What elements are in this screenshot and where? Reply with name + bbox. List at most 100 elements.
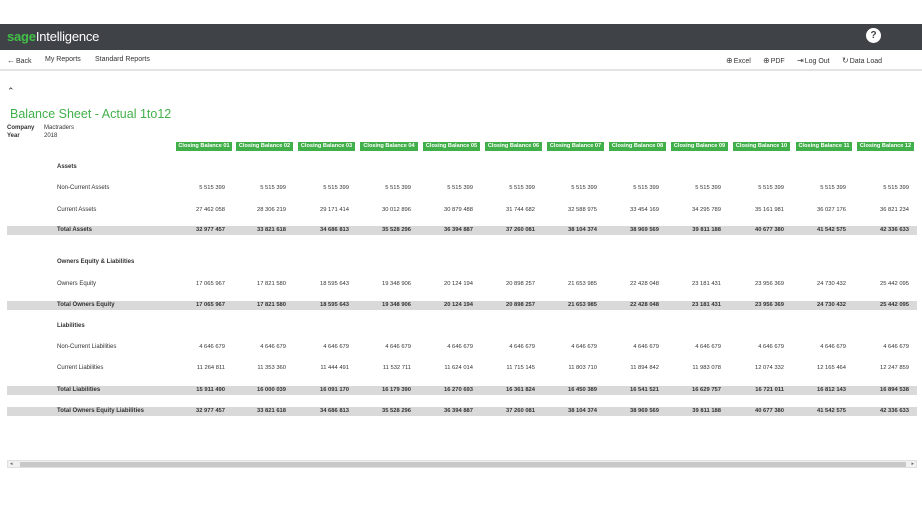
table-cell: 23 181 431: [691, 281, 721, 287]
total-row: Total Owners Equity Liabilities 32 977 45…: [7, 407, 917, 416]
table-cell: 38 969 569: [629, 408, 659, 414]
table-cell: 16 894 538: [879, 387, 909, 393]
year-value: 2018: [44, 133, 58, 139]
table-cell: 11 803 710: [568, 365, 597, 371]
table-cell: 39 811 188: [692, 408, 721, 414]
table-cell: 4 646 679: [820, 344, 846, 350]
table-cell: 5 515 399: [695, 185, 721, 191]
table-cell: 4 646 679: [385, 344, 411, 350]
table-cell: 12 247 859: [879, 365, 909, 371]
table-row: Non-Current Assets 5 515 399 5 515 399 5 51…: [7, 184, 917, 193]
table-cell: 16 721 011: [755, 387, 784, 393]
table-cell: 32 588 975: [567, 207, 597, 213]
table-cell: 4 646 679: [509, 344, 535, 350]
table-cell: 16 270 693: [443, 387, 473, 393]
table-cell: 35 161 981: [754, 207, 784, 213]
table-cell: 22 428 048: [629, 302, 659, 308]
table-cell: 11 715 145: [506, 365, 535, 371]
column-header: Closing Balance 01: [176, 142, 232, 151]
table-cell: 35 528 296: [381, 408, 411, 414]
table-cell: 16 812 143: [816, 387, 846, 393]
scroll-left-icon[interactable]: ◂: [10, 461, 13, 468]
table-cell: 4 646 679: [323, 344, 349, 350]
table-cell: 11 983 078: [692, 365, 721, 371]
table-cell: 11 624 014: [444, 365, 473, 371]
total-row: Total Assets 32 977 457 33 821 618 34 686 8…: [7, 226, 917, 235]
data-load-label: Data Load: [849, 58, 883, 65]
back-button[interactable]: ←Back: [7, 56, 32, 65]
column-header: Closing Balance 06: [485, 142, 542, 151]
section-assets: Assets: [57, 164, 77, 170]
chevron-up-icon[interactable]: ⌃: [7, 86, 15, 97]
table-cell: 21 653 985: [567, 281, 597, 287]
table-cell: 42 336 633: [879, 227, 909, 233]
table-cell: 18 595 643: [319, 281, 349, 287]
table-cell: 18 595 643: [319, 302, 349, 308]
logo-prefix: sage: [7, 29, 36, 44]
table-cell: 39 811 188: [692, 227, 721, 233]
my-reports-link[interactable]: My Reports: [45, 56, 81, 63]
table-cell: 30 879 488: [443, 207, 473, 213]
row-label: Current Liabilities: [57, 365, 104, 371]
table-row: Non-Current Liabilities 4 646 679 4 646 67…: [7, 343, 917, 352]
table-cell: 38 969 569: [629, 227, 659, 233]
table-cell: 5 515 399: [323, 185, 349, 191]
table-cell: 29 171 414: [319, 207, 349, 213]
table-cell: 23 956 369: [754, 302, 784, 308]
table-cell: 33 821 618: [256, 227, 286, 233]
table-cell: 19 348 906: [381, 302, 411, 308]
table-cell: 36 027 176: [816, 207, 846, 213]
row-label: Non-Current Assets: [57, 185, 110, 191]
table-cell: 4 646 679: [758, 344, 784, 350]
row-label: Total Assets: [57, 227, 93, 233]
scroll-right-icon[interactable]: ▸: [911, 461, 914, 468]
column-header: Closing Balance 10: [733, 142, 790, 151]
table-cell: 33 454 169: [629, 207, 659, 213]
table-cell: 36 394 887: [443, 408, 473, 414]
table-cell: 16 091 170: [319, 387, 349, 393]
table-cell: 36 394 887: [443, 227, 473, 233]
table-cell: 5 515 399: [260, 185, 286, 191]
scrollbar-thumb[interactable]: [20, 462, 906, 467]
standard-reports-link[interactable]: Standard Reports: [95, 56, 150, 63]
table-cell: 20 124 194: [443, 281, 473, 287]
table-cell: 36 821 234: [879, 207, 909, 213]
table-cell: 42 336 633: [879, 408, 909, 414]
table-cell: 37 260 081: [505, 227, 535, 233]
help-icon[interactable]: ?: [866, 28, 881, 43]
table-cell: 17 065 967: [195, 281, 225, 287]
company-label: Company: [7, 125, 35, 131]
table-cell: 4 646 679: [260, 344, 286, 350]
table-cell: 17 065 967: [195, 302, 225, 308]
table-cell: 4 646 679: [695, 344, 721, 350]
table-cell: 5 515 399: [758, 185, 784, 191]
pdf-button[interactable]: ⊕PDF: [763, 56, 785, 65]
table-cell: 15 911 490: [196, 387, 225, 393]
table-cell: 16 450 389: [567, 387, 597, 393]
row-label: Total Owners Equity Liabilities: [57, 408, 144, 414]
report-title: Balance Sheet - Actual 1to12: [10, 107, 172, 121]
table-cell: 5 515 399: [385, 185, 411, 191]
horizontal-scrollbar[interactable]: ◂ ▸: [7, 460, 917, 468]
logout-button[interactable]: ⇥Log Out: [797, 56, 830, 65]
table-cell: 16 361 824: [505, 387, 535, 393]
excel-button[interactable]: ⊕Excel: [726, 56, 751, 65]
row-label: Total Owners Equity: [57, 302, 115, 308]
row-label: Owners Equity: [57, 281, 97, 287]
table-cell: 35 528 296: [381, 227, 411, 233]
sage-intelligence-logo: sageIntelligence: [7, 29, 99, 44]
table-cell: 31 744 682: [505, 207, 535, 213]
table-cell: 4 646 679: [633, 344, 659, 350]
top-strip: [0, 0, 922, 24]
table-cell: 5 515 399: [447, 185, 473, 191]
table-cell: 34 295 789: [691, 207, 721, 213]
column-header: Closing Balance 05: [423, 142, 480, 151]
table-cell: 40 677 380: [754, 227, 784, 233]
logout-label: Log Out: [804, 58, 830, 65]
table-cell: 24 730 432: [816, 302, 846, 308]
section-liabilities: Liabilities: [57, 323, 85, 329]
table-cell: 11 532 711: [382, 365, 411, 371]
refresh-icon: ↻: [842, 56, 849, 65]
table-cell: 5 515 399: [883, 185, 909, 191]
data-load-button[interactable]: ↻Data Load: [842, 56, 882, 65]
